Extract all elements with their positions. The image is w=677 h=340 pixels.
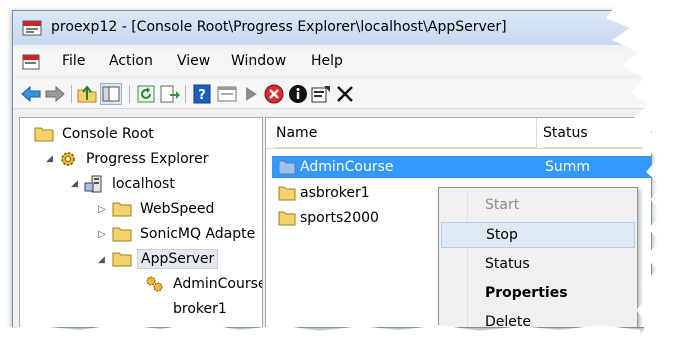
folder-icon: [112, 250, 132, 268]
help-icon[interactable]: ?: [191, 83, 213, 105]
play-icon[interactable]: [240, 83, 262, 105]
column-divider[interactable]: [536, 118, 537, 148]
row-name: AdminCourse: [300, 159, 394, 175]
properties-icon[interactable]: [310, 83, 332, 105]
tree-node-label: broker1: [173, 301, 227, 317]
header-divider: [266, 148, 651, 149]
show-hide-tree-icon[interactable]: [100, 83, 122, 105]
tree-node-admincourse[interactable]: AdminCourse: [145, 273, 263, 295]
row-name: asbroker1: [300, 185, 370, 201]
tree-node-webspeed[interactable]: WebSpeed: [112, 198, 217, 220]
stop-icon[interactable]: [263, 83, 285, 105]
context-menu-stop[interactable]: Stop: [441, 222, 635, 248]
expanded-triangle-icon[interactable]: ◢: [46, 155, 54, 164]
up-folder-icon[interactable]: [76, 83, 98, 105]
tree-node-progress-explorer[interactable]: Progress Explorer: [58, 148, 212, 170]
context-menu: Start Stop Status Properties Delete: [438, 187, 638, 327]
context-menu-delete[interactable]: Delete: [441, 309, 635, 327]
console-window-icon[interactable]: [216, 83, 238, 105]
tree-node-label: Progress Explorer: [86, 151, 209, 167]
tree-node-sonicmq-adapter[interactable]: SonicMQ Adapte: [112, 223, 258, 245]
folder-icon: [112, 225, 132, 243]
tree-node-label: localhost: [112, 176, 175, 192]
title-bar[interactable]: proexp12 - [Console Root\Progress Explor…: [13, 11, 651, 45]
toolbar-separator: [129, 85, 130, 103]
tree-node-label: AppServer: [137, 249, 219, 269]
tree-node-label: SonicMQ Adapte: [140, 226, 256, 242]
broker-gears-icon: [145, 275, 165, 293]
toolbar-separator: [71, 85, 72, 103]
list-row-sports2000[interactable]: sports2000: [278, 207, 379, 229]
context-menu-properties[interactable]: Properties: [441, 280, 635, 306]
folder-icon: [278, 185, 296, 201]
column-header-status[interactable]: Status: [543, 118, 651, 148]
tree-node-label: 2000: [204, 324, 241, 327]
row-status: Summ: [545, 159, 591, 175]
forward-arrow-icon[interactable]: [44, 83, 66, 105]
refresh-icon[interactable]: [135, 83, 157, 105]
console-app-icon: [22, 18, 42, 36]
column-header-name[interactable]: Name: [276, 118, 536, 148]
console-tree[interactable]: Console Root ◢ Progress Explorer ◢ local…: [19, 117, 263, 327]
tree-node-label: WebSpeed: [140, 201, 215, 217]
toolbar: ?: [13, 79, 651, 109]
info-icon[interactable]: [287, 83, 309, 105]
tree-node-label: Console Root: [62, 126, 154, 142]
console-menu-icon[interactable]: [22, 53, 40, 70]
menu-bar: File Action View Window Help: [13, 49, 651, 75]
tree-node-localhost[interactable]: localhost: [84, 173, 178, 195]
list-row-admincourse[interactable]: AdminCourse Summ: [272, 156, 651, 178]
column-header-label: Name: [276, 124, 318, 141]
expanded-triangle-icon[interactable]: ◢: [71, 180, 79, 189]
svg-text:?: ?: [198, 88, 206, 103]
collapsed-triangle-icon[interactable]: ▷: [98, 205, 106, 215]
folder-icon: [112, 200, 132, 218]
folder-icon: [278, 159, 296, 175]
menu-action[interactable]: Action: [105, 53, 157, 69]
delete-icon[interactable]: [334, 83, 356, 105]
server-icon: [84, 175, 104, 193]
folder-icon: [278, 210, 296, 226]
folder-icon: [34, 125, 54, 143]
context-menu-status[interactable]: Status: [441, 251, 635, 277]
column-header-label: Status: [543, 124, 588, 141]
menu-file[interactable]: File: [58, 53, 89, 69]
menu-window[interactable]: Window: [227, 53, 290, 69]
tree-node-broker1[interactable]: broker1: [170, 298, 230, 320]
toolbar-separator: [185, 85, 186, 103]
tree-node-console-root[interactable]: Console Root: [34, 123, 157, 145]
list-row-asbroker1[interactable]: asbroker1: [278, 182, 370, 204]
window-title: proexp12 - [Console Root\Progress Explor…: [51, 19, 507, 35]
context-menu-start[interactable]: Start: [441, 192, 635, 218]
collapsed-triangle-icon[interactable]: ▷: [98, 230, 106, 240]
mmc-window: proexp12 - [Console Root\Progress Explor…: [12, 10, 652, 328]
menu-help[interactable]: Help: [307, 53, 347, 69]
back-arrow-icon[interactable]: [20, 83, 42, 105]
tree-node-appserver[interactable]: AppServer: [112, 248, 219, 270]
tree-node-sports2000[interactable]: 2000: [204, 321, 241, 327]
gear-icon: [58, 150, 78, 168]
expanded-triangle-icon[interactable]: ◢: [98, 256, 106, 265]
row-name: sports2000: [300, 210, 379, 226]
menu-view[interactable]: View: [173, 53, 214, 69]
export-list-icon[interactable]: [159, 83, 181, 105]
tree-node-label: AdminCourse: [173, 276, 263, 292]
